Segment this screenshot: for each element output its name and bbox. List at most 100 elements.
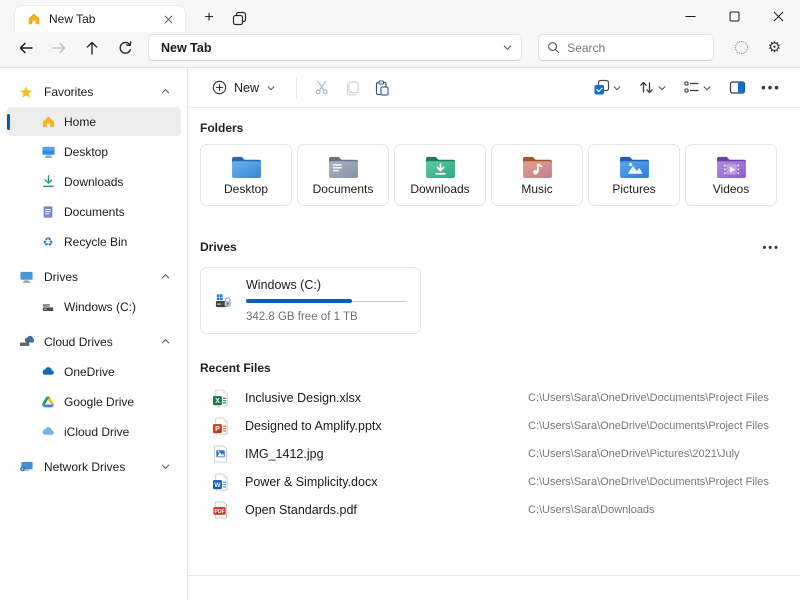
sidebar-item-recycle-bin[interactable]: ♻ Recycle Bin — [6, 227, 181, 256]
search-input[interactable] — [567, 41, 705, 55]
back-icon[interactable] — [12, 34, 39, 61]
pdf-file-icon: PDF — [210, 501, 230, 519]
downloads-folder-icon — [425, 154, 456, 179]
tab-title: New Tab — [49, 12, 151, 26]
file-row[interactable]: X Inclusive Design.xlsx C:\Users\Sara\On… — [200, 384, 786, 412]
new-tab-button[interactable]: + — [196, 5, 222, 31]
home-icon — [27, 12, 41, 26]
view-layout-icon — [683, 79, 700, 96]
sort-menu[interactable] — [632, 75, 673, 100]
forward-icon[interactable] — [45, 34, 72, 61]
svg-text:X: X — [215, 397, 220, 405]
folder-card-desktop[interactable]: Desktop — [200, 144, 292, 206]
drive-card-windows-c[interactable]: Windows (C:) 342.8 GB free of 1 TB — [200, 267, 421, 334]
sidebar-section-cloud-drives[interactable]: Cloud Drives — [6, 327, 181, 356]
minimize-button[interactable] — [668, 0, 712, 32]
select-menu[interactable] — [587, 75, 628, 100]
search-icon — [547, 41, 560, 54]
recent-files-section-title: Recent Files — [200, 361, 786, 375]
hard-drive-icon — [40, 300, 56, 314]
chevron-up-icon[interactable] — [160, 336, 171, 347]
refresh-icon[interactable] — [111, 34, 138, 61]
sidebar-item-home[interactable]: Home — [6, 107, 181, 136]
file-row[interactable]: W Power & Simplicity.docx C:\Users\Sara\… — [200, 468, 786, 496]
chevron-down-icon — [702, 83, 712, 93]
desktop-folder-icon — [231, 154, 262, 179]
sidebar-item-windows-c[interactable]: Windows (C:) — [6, 292, 181, 321]
file-row[interactable]: PDF Open Standards.pdf C:\Users\Sara\Dow… — [200, 496, 786, 524]
chevron-down-icon[interactable] — [160, 461, 171, 472]
home-icon — [40, 114, 56, 129]
drive-name: Windows (C:) — [246, 278, 406, 292]
chevron-up-icon[interactable] — [160, 86, 171, 97]
folder-card-music[interactable]: Music — [491, 144, 583, 206]
copy-icon[interactable] — [337, 73, 367, 103]
preview-pane-icon[interactable] — [722, 73, 752, 103]
star-icon — [18, 85, 34, 99]
sidebar-section-network-drives[interactable]: Network Drives — [6, 452, 181, 481]
more-options-icon[interactable]: ••• — [756, 73, 786, 103]
chevron-down-icon — [612, 83, 622, 93]
drives-section-title: Drives — [200, 240, 237, 254]
paste-icon[interactable] — [367, 73, 397, 103]
sidebar-item-icloud-drive[interactable]: iCloud Drive — [6, 417, 181, 446]
music-folder-icon — [522, 154, 553, 179]
network-drive-icon — [18, 459, 34, 474]
sort-icon — [638, 79, 655, 96]
folders-row: Desktop Documents Downloads Music — [200, 144, 786, 206]
google-drive-icon — [40, 395, 56, 409]
tab-close-icon[interactable] — [159, 10, 177, 28]
folder-card-downloads[interactable]: Downloads — [394, 144, 486, 206]
sync-status-icon[interactable] — [728, 34, 755, 61]
drives-more-icon[interactable]: ••• — [756, 236, 786, 258]
svg-text:W: W — [214, 482, 221, 489]
drive-free-space: 342.8 GB free of 1 TB — [246, 311, 406, 323]
chevron-up-icon[interactable] — [160, 271, 171, 282]
titlebar: New Tab + — [0, 0, 800, 32]
chevron-down-icon — [266, 83, 276, 93]
sidebar-item-downloads[interactable]: Downloads — [6, 167, 181, 196]
plus-circle-icon — [212, 80, 227, 95]
maximize-button[interactable] — [712, 0, 756, 32]
sidebar-section-favorites[interactable]: Favorites — [6, 77, 181, 106]
new-button[interactable]: New — [202, 75, 286, 100]
svg-text:PDF: PDF — [214, 509, 224, 515]
address-chevron-down-icon[interactable] — [502, 42, 513, 53]
excel-file-icon: X — [210, 389, 230, 407]
tab-overview-icon[interactable] — [226, 5, 252, 31]
sidebar-item-onedrive[interactable]: OneDrive — [6, 357, 181, 386]
home-page: Folders Desktop Documents Downloads — [188, 108, 800, 575]
toolbar-separator — [296, 77, 297, 99]
svg-text:P: P — [215, 425, 220, 433]
address-bar[interactable] — [148, 34, 522, 61]
chevron-down-icon — [657, 83, 667, 93]
view-menu[interactable] — [677, 75, 718, 100]
cut-icon[interactable] — [307, 73, 337, 103]
folder-card-pictures[interactable]: Pictures — [588, 144, 680, 206]
drives-monitor-icon — [18, 269, 34, 284]
icloud-cloud-icon — [40, 424, 56, 439]
sidebar-item-google-drive[interactable]: Google Drive — [6, 387, 181, 416]
folder-card-videos[interactable]: Videos — [685, 144, 777, 206]
download-icon — [40, 174, 56, 189]
recycle-bin-icon: ♻ — [40, 236, 56, 248]
sidebar-item-documents[interactable]: Documents — [6, 197, 181, 226]
file-row[interactable]: P Designed to Amplify.pptx C:\Users\Sara… — [200, 412, 786, 440]
sidebar-section-drives[interactable]: Drives — [6, 262, 181, 291]
up-icon[interactable] — [78, 34, 105, 61]
command-toolbar: New — [188, 68, 800, 108]
file-row[interactable]: IMG_1412.jpg C:\Users\Sara\OneDrive\Pict… — [200, 440, 786, 468]
search-box[interactable] — [538, 34, 714, 61]
tab-new-tab[interactable]: New Tab — [14, 5, 186, 32]
close-button[interactable] — [756, 0, 800, 32]
image-file-icon — [210, 445, 230, 463]
sidebar-item-desktop[interactable]: Desktop — [6, 137, 181, 166]
window-controls — [668, 0, 800, 32]
folder-card-documents[interactable]: Documents — [297, 144, 389, 206]
drive-usage-bar — [246, 299, 406, 303]
address-input[interactable] — [161, 41, 502, 55]
bitlocker-drive-icon — [215, 283, 232, 319]
monitor-icon — [40, 144, 56, 159]
documents-folder-icon — [328, 154, 359, 179]
settings-gear-icon[interactable]: ⚙ — [761, 34, 788, 61]
